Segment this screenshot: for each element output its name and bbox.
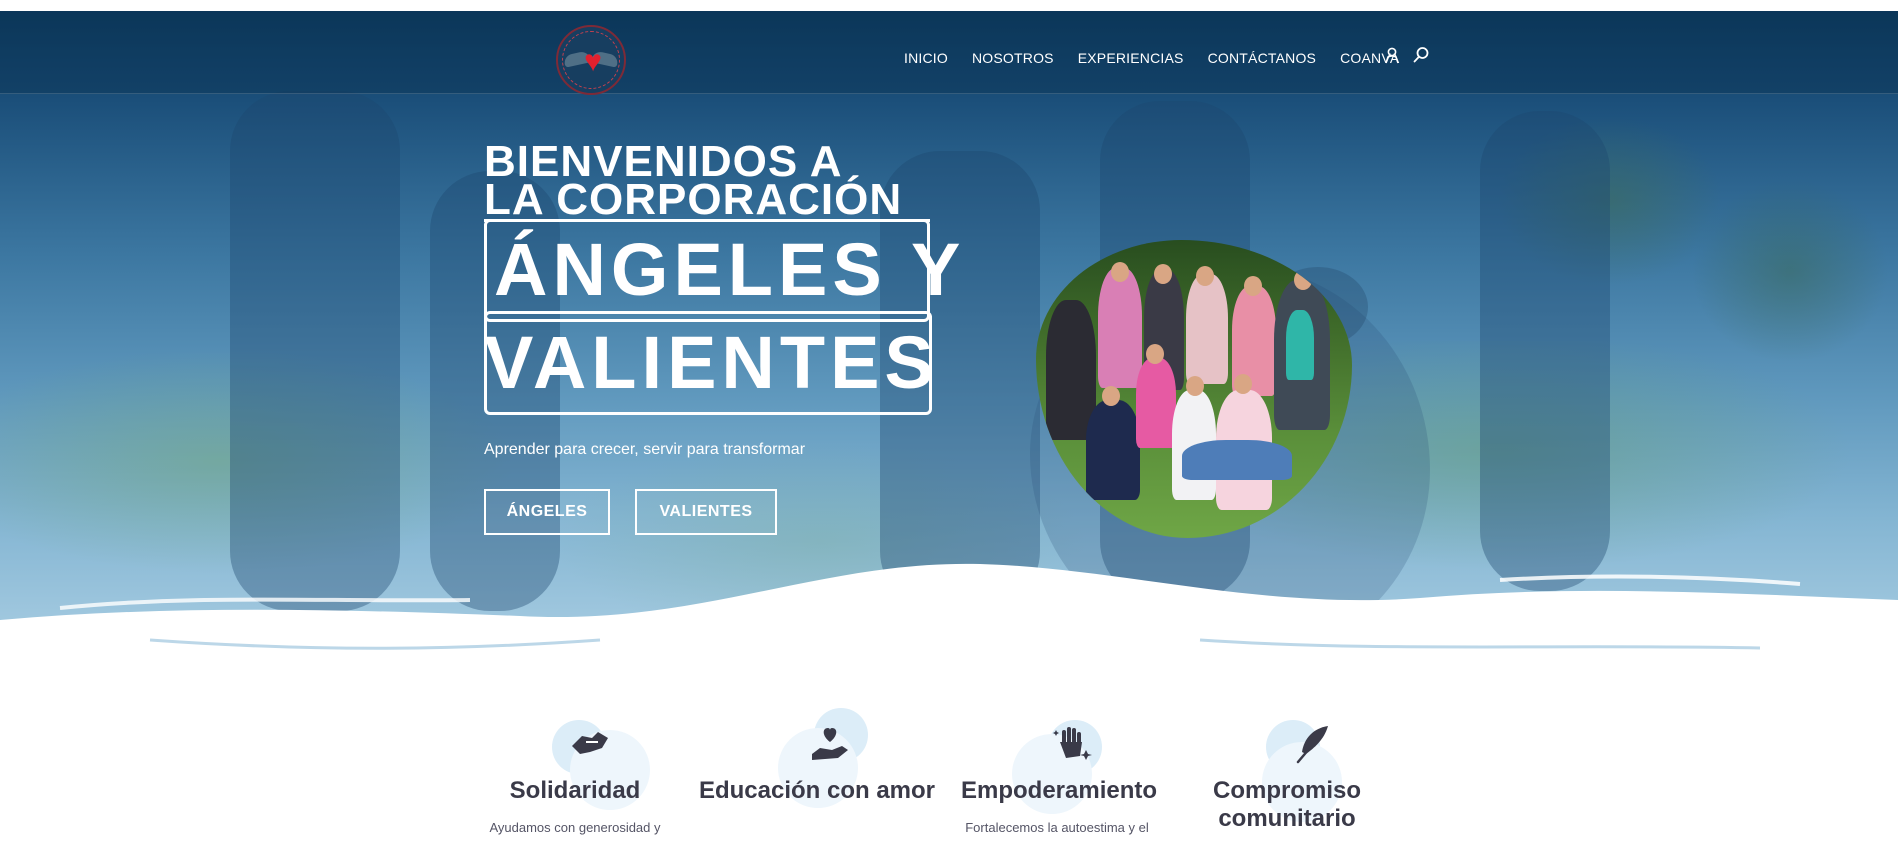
hero-wave-divider (0, 563, 1898, 680)
photo-face (1294, 270, 1312, 290)
hero-heading-line2: LA CORPORACIÓN (484, 175, 903, 224)
nav-item-inicio[interactable]: INICIO (904, 50, 948, 66)
handshake-icon (572, 732, 608, 754)
photo-face (1186, 376, 1204, 396)
photo-face (1154, 264, 1172, 284)
feature-title: Empoderamiento (960, 777, 1158, 804)
photo-person (1286, 310, 1314, 380)
hero-background-person (1480, 111, 1610, 591)
feature-text: Ayudamos con generosidad y (489, 820, 661, 835)
heart-hand-icon (812, 728, 848, 760)
raised-hand-icon (1053, 727, 1092, 760)
hero-title-big-1: ÁNGELES Y (494, 228, 966, 311)
photo-person (1182, 440, 1292, 480)
nav-item-nosotros[interactable]: NOSOTROS (972, 50, 1054, 66)
photo-person (1186, 274, 1228, 384)
photo-face (1244, 276, 1262, 296)
feature-title: Solidaridad (509, 777, 641, 804)
hero-title-big-2: VALIENTES (484, 321, 939, 404)
photo-face (1146, 344, 1164, 364)
feature-title: Compromiso comunitario (1212, 777, 1361, 832)
user-icon[interactable] (1383, 46, 1401, 64)
feature-title: Educación con amor (698, 777, 936, 804)
photo-person (1086, 400, 1140, 500)
feature-text: Fortalecemos la autoestima y el (965, 820, 1149, 835)
nav-item-experiencias[interactable]: EXPERIENCIAS (1078, 50, 1184, 66)
photo-face (1102, 386, 1120, 406)
photo-person (1098, 268, 1142, 388)
angeles-button[interactable]: ÁNGELES (484, 489, 610, 535)
main-nav: INICIO NOSOTROS EXPERIENCIAS CONTÁCTANOS… (904, 48, 1399, 68)
nav-item-contactanos[interactable]: CONTÁCTANOS (1208, 50, 1317, 66)
search-icon[interactable] (1412, 46, 1430, 64)
photo-face (1111, 262, 1129, 282)
valientes-button[interactable]: VALIENTES (635, 489, 777, 535)
hero-background-person (230, 91, 400, 611)
heart-icon: ♥ (584, 45, 602, 78)
feather-icon (1296, 726, 1328, 764)
logo[interactable]: ♥ (556, 25, 626, 95)
top-strip (0, 0, 1898, 11)
photo-face (1196, 266, 1214, 286)
hero-tagline: Aprender para crecer, servir para transf… (484, 441, 806, 458)
photo-face (1234, 374, 1252, 394)
photo-person (1136, 358, 1176, 448)
